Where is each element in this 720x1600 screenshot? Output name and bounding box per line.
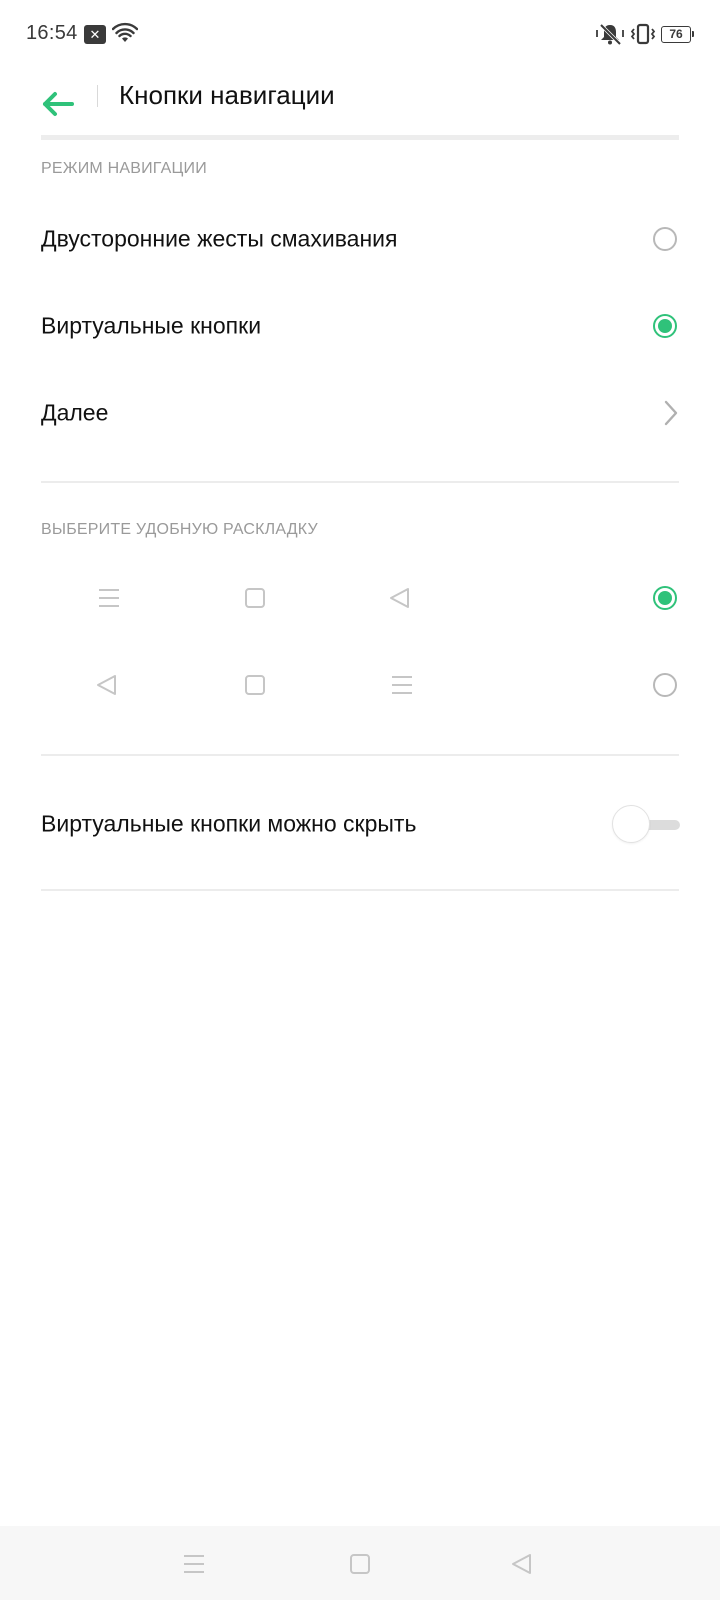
more-settings-row[interactable]: Далее [0,370,720,456]
vibrate-icon [630,23,656,45]
section-divider [41,481,679,483]
home-square-icon [245,675,265,695]
status-time: 16:54 [26,22,78,44]
option-label: Виртуальные кнопки [41,312,262,339]
system-navigation-bar [0,1526,720,1600]
hide-buttons-switch[interactable] [612,804,680,844]
battery-indicator: 76 [661,26,694,43]
section-divider [41,889,679,891]
home-square-icon[interactable] [348,1552,372,1576]
switch-knob [612,805,650,843]
section-header-navigation-mode: РЕЖИМ НАВИГАЦИИ [41,160,207,177]
option-virtual-buttons[interactable]: Виртуальные кнопки [0,283,720,369]
back-triangle-icon [97,675,116,695]
radio-button-selected[interactable] [653,314,677,338]
page-title: Кнопки навигации [119,80,335,110]
option-swipe-gestures[interactable]: Двусторонние жесты смахивания [0,196,720,282]
option-label: Двусторонние жесты смахивания [41,225,398,252]
section-divider [41,754,679,756]
hide-buttons-label: Виртуальные кнопки можно скрыть [41,810,417,837]
app-header: Кнопки навигации [0,70,720,136]
close-notification-icon: ✕ [84,25,106,44]
menu-icon [392,676,412,694]
header-divider [41,135,679,140]
back-button[interactable] [38,80,82,124]
radio-button-selected[interactable] [653,586,677,610]
more-label: Далее [41,399,109,426]
chevron-right-icon [664,400,678,426]
status-bar: 16:54 ✕ 76 [0,0,720,70]
wifi-icon [112,22,138,42]
mute-bell-icon [596,23,624,46]
layout-option-menu-home-back[interactable] [0,555,720,641]
menu-icon[interactable] [182,1552,206,1576]
header-separator [97,85,98,107]
section-header-layout: ВЫБЕРИТЕ УДОБНУЮ РАСКЛАДКУ [41,521,318,538]
layout-option-back-home-menu[interactable] [0,642,720,728]
hide-buttons-row[interactable]: Виртуальные кнопки можно скрыть [0,780,720,868]
menu-icon [99,589,119,607]
radio-button[interactable] [653,673,677,697]
back-triangle-icon [390,588,409,608]
home-square-icon [245,588,265,608]
back-triangle-icon[interactable] [510,1552,534,1576]
radio-button[interactable] [653,227,677,251]
arrow-left-icon [43,92,74,116]
